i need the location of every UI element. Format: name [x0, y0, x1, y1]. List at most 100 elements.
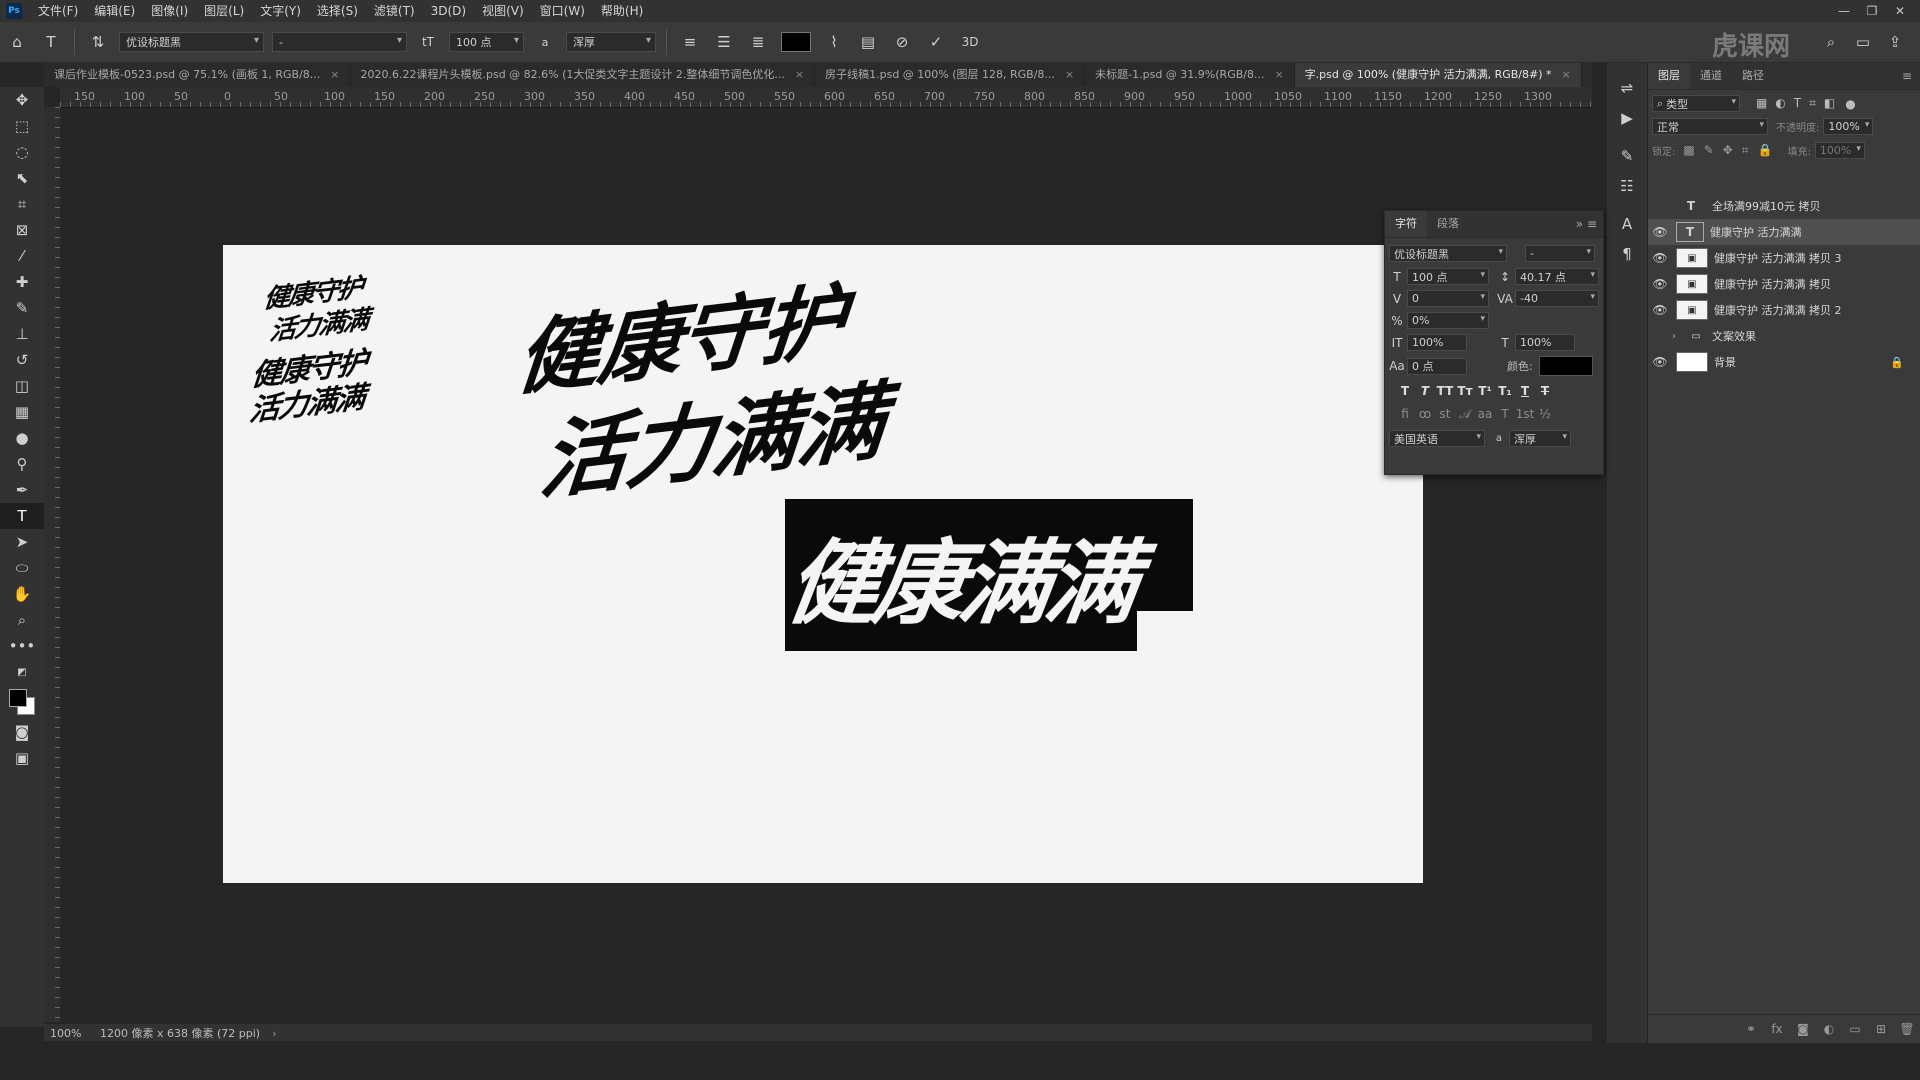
tab-channels[interactable]: 通道 [1690, 63, 1732, 89]
marquee-tool-icon[interactable]: ⬚ [0, 113, 44, 139]
swash-icon[interactable]: st [1435, 404, 1455, 424]
screen-mode-icon[interactable]: ▣ [0, 745, 44, 771]
eye-icon[interactable]: 👁 [1648, 303, 1672, 317]
menu-filter[interactable]: 滤镜(T) [366, 0, 423, 22]
search-icon[interactable]: ⌕ [1818, 29, 1844, 55]
cancel-icon[interactable]: ⊘ [889, 29, 915, 55]
new-layer-icon[interactable]: ⊞ [1868, 1022, 1894, 1036]
eye-icon[interactable]: 👁 [1648, 277, 1672, 291]
lasso-tool-icon[interactable]: ◌ [0, 139, 44, 165]
gradient-tool-icon[interactable]: ▦ [0, 399, 44, 425]
crop-tool-icon[interactable]: ⌗ [0, 191, 44, 217]
adjustments-icon[interactable]: ☷ [1607, 171, 1647, 201]
chevron-right-icon[interactable]: › [272, 1027, 276, 1040]
close-icon[interactable]: × [1562, 68, 1571, 81]
close-icon[interactable]: ✕ [1886, 0, 1914, 22]
cp-proportional-field[interactable]: 0% ▾ [1407, 312, 1489, 329]
commit-check-icon[interactable]: ✓ [923, 29, 949, 55]
workspace-icon[interactable]: ▭ [1850, 29, 1876, 55]
doc-tab[interactable]: 课后作业模板-0523.psd @ 75.1% (画板 1, RGB/8... × [44, 63, 351, 87]
minimize-icon[interactable]: — [1830, 0, 1858, 22]
eye-icon[interactable]: 👁 [1648, 251, 1672, 265]
align-left-icon[interactable]: ≡ [677, 29, 703, 55]
zoom-level[interactable]: 100% [50, 1027, 90, 1040]
layer-row-selected[interactable]: 👁 T 健康守护 活力满满 [1648, 219, 1920, 245]
link-layers-icon[interactable]: ⚭ [1738, 1022, 1764, 1036]
underline-icon[interactable]: T [1515, 381, 1535, 401]
tab-layers[interactable]: 图层 [1648, 63, 1690, 89]
cp-font-size-field[interactable]: 100 点 ▾ [1407, 268, 1489, 285]
antialias-select[interactable]: 浑厚 ▾ [566, 32, 656, 52]
tab-character[interactable]: 字符 [1385, 211, 1427, 237]
cp-font-family-select[interactable]: 优设标题黑 ▾ [1389, 245, 1507, 262]
font-style-select[interactable]: - ▾ [272, 32, 407, 52]
add-mask-icon[interactable]: ◙ [1790, 1022, 1816, 1036]
eyedropper-tool-icon[interactable]: ⁄ [0, 243, 44, 269]
character-panel-icon[interactable]: A [1607, 209, 1647, 239]
close-icon[interactable]: × [1065, 68, 1074, 81]
brush-settings-icon[interactable]: ✎ [1607, 141, 1647, 171]
menu-3d[interactable]: 3D(D) [423, 0, 474, 22]
frame-tool-icon[interactable]: ⊠ [0, 217, 44, 243]
brush-tool-icon[interactable]: ✎ [0, 295, 44, 321]
type-tool-preset-icon[interactable]: T [38, 29, 64, 55]
type-tool-icon[interactable]: T [0, 503, 44, 529]
menu-type[interactable]: 文字(Y) [252, 0, 309, 22]
blend-mode-select[interactable]: 正常 ▾ [1652, 118, 1768, 135]
faux-italic-icon[interactable]: T [1415, 381, 1435, 401]
history-panel-icon[interactable]: ⇌ [1607, 73, 1647, 103]
menu-layer[interactable]: 图层(L) [196, 0, 252, 22]
stylistic-alternates-icon[interactable]: 𝒜 [1455, 404, 1475, 424]
ordinal-st-icon[interactable]: 1st [1515, 404, 1535, 424]
healing-brush-tool-icon[interactable]: ✚ [0, 269, 44, 295]
lock-icons[interactable]: ▩✎✥⌗🔒 [1683, 143, 1781, 158]
doc-tab[interactable]: 2020.6.22课程片头模板.psd @ 82.6% (1大促类文字主题设计 … [351, 63, 816, 87]
warp-text-icon[interactable]: ⌇ [821, 29, 847, 55]
cp-font-style-select[interactable]: - ▾ [1525, 245, 1595, 262]
more-tools-icon[interactable]: ••• [0, 633, 44, 659]
strikethrough-icon[interactable]: T [1535, 381, 1555, 401]
ordinals-icon[interactable]: T [1495, 404, 1515, 424]
menu-help[interactable]: 帮助(H) [593, 0, 651, 22]
share-icon[interactable]: ⇪ [1882, 29, 1908, 55]
subscript-icon[interactable]: T₁ [1495, 381, 1515, 401]
cp-vscale-field[interactable]: 100% [1407, 334, 1467, 351]
cp-color-swatch[interactable] [1538, 356, 1593, 376]
zoom-tool-icon[interactable]: ⌕ [0, 607, 44, 633]
close-icon[interactable]: × [1274, 68, 1283, 81]
adjustment-layer-icon[interactable]: ◐ [1816, 1022, 1842, 1036]
faux-bold-icon[interactable]: T [1395, 381, 1415, 401]
cp-leading-field[interactable]: 40.17 点 ▾ [1515, 268, 1599, 285]
paragraph-panel-icon[interactable]: ¶ [1607, 239, 1647, 269]
default-colors-icon[interactable]: ◩ [0, 659, 44, 685]
eye-icon[interactable]: 👁 [1648, 225, 1672, 239]
object-select-tool-icon[interactable]: ⬉ [0, 165, 44, 191]
history-brush-tool-icon[interactable]: ↺ [0, 347, 44, 373]
menu-window[interactable]: 窗口(W) [532, 0, 593, 22]
filter-toggle-icon[interactable]: ● [1845, 97, 1855, 111]
discretionary-ligature-icon[interactable]: ꝏ [1415, 404, 1435, 424]
superscript-icon[interactable]: T¹ [1475, 381, 1495, 401]
ligature-icon[interactable]: ﬁ [1395, 404, 1415, 424]
layer-row[interactable]: 👁 ▣ 健康守护 活力满满 拷贝 2 [1648, 297, 1920, 323]
all-caps-icon[interactable]: TT [1435, 381, 1455, 401]
font-family-select[interactable]: 优设标题黑 ▾ [119, 32, 264, 52]
quick-mask-icon[interactable]: ◙ [0, 719, 44, 745]
layer-row[interactable]: T 全场满99减10元 拷贝 [1648, 193, 1920, 219]
layer-filter-icons[interactable]: ▦◐T⌗◧ [1756, 96, 1843, 111]
opacity-field[interactable]: 100% ▾ [1823, 118, 1874, 135]
cp-antialias-select[interactable]: 浑厚 ▾ [1509, 430, 1571, 447]
chevron-right-icon[interactable]: › [1672, 331, 1682, 342]
character-panel-toggle-icon[interactable]: ▤ [855, 29, 881, 55]
doc-tab[interactable]: 未标题-1.psd @ 31.9%(RGB/8... × [1085, 63, 1295, 87]
cp-tracking-field[interactable]: -40 ▾ [1515, 290, 1599, 307]
fill-field[interactable]: 100% ▾ [1814, 142, 1865, 159]
cp-language-select[interactable]: 美国英语 ▾ [1389, 430, 1485, 447]
menu-image[interactable]: 图像(I) [143, 0, 196, 22]
pen-tool-icon[interactable]: ✒ [0, 477, 44, 503]
shape-tool-icon[interactable]: ⬭ [0, 555, 44, 581]
new-group-icon[interactable]: ▭ [1842, 1022, 1868, 1036]
fractions-icon[interactable]: ½ [1535, 404, 1555, 424]
3d-button[interactable]: 3D [957, 29, 983, 55]
document-canvas[interactable]: 健康守护 活力满满 健康守护 活力满满 健康守护 活力满满 健康满满 [223, 245, 1423, 883]
